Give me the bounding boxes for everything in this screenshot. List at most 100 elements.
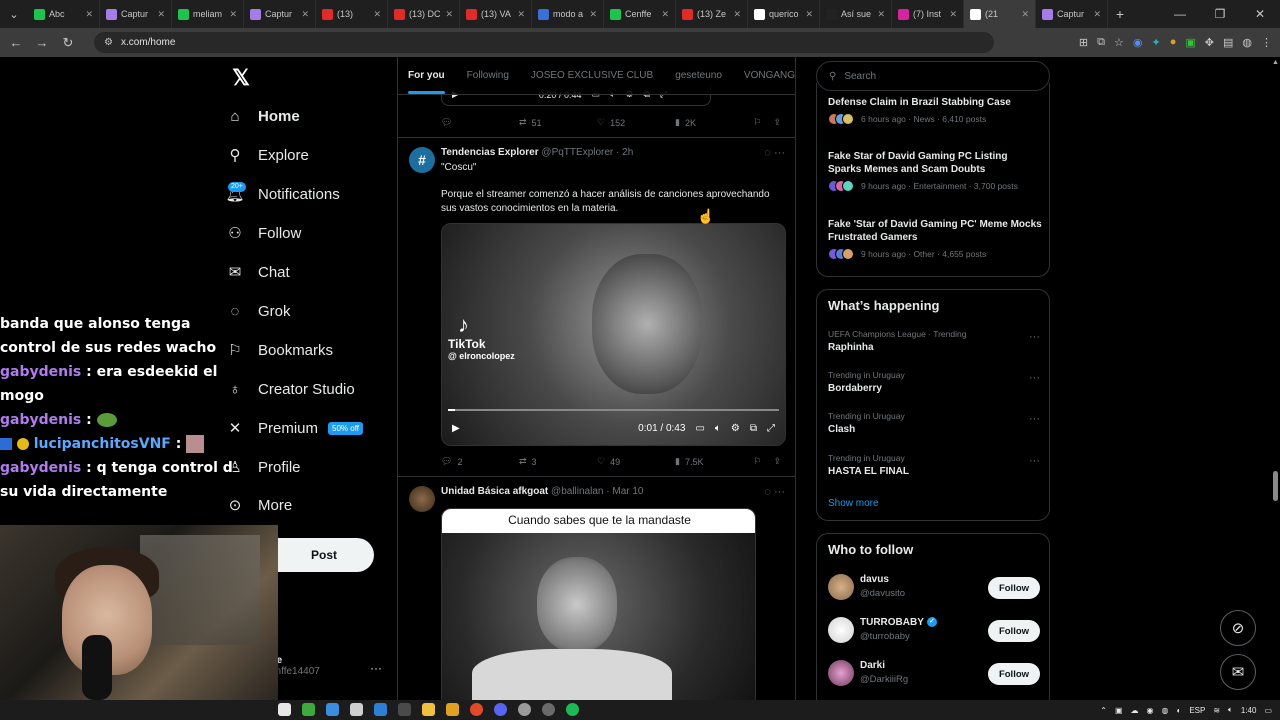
nav-creator-studio[interactable]: ♁ Creator Studio	[226, 371, 354, 407]
notification-icon[interactable]: ▭	[1264, 706, 1272, 715]
messages-floating-button[interactable]: ✉	[1220, 654, 1256, 690]
minimize-icon[interactable]: —	[1160, 0, 1200, 28]
new-tab-button[interactable]: +	[1108, 6, 1132, 22]
wifi-icon[interactable]: ≋	[1213, 706, 1220, 715]
tab-following[interactable]: Following	[467, 70, 509, 81]
browser-tab[interactable]: (13) VA ✕	[460, 0, 532, 28]
tray-app-icon[interactable]: ☁	[1131, 706, 1139, 715]
show-more-link[interactable]: Show more	[828, 498, 879, 509]
tab-close-icon[interactable]: ✕	[877, 9, 885, 20]
volume-icon[interactable]: 🔈︎	[715, 423, 721, 434]
grok-icon[interactable]: ◌	[764, 147, 771, 159]
reply-button[interactable]: 💬︎	[441, 117, 519, 128]
tab-close-icon[interactable]: ✕	[1021, 9, 1029, 20]
user-avatar[interactable]	[828, 617, 854, 643]
video-player[interactable]: ♪ TikTok @ elroncolopez ▶ 0:01 / 0:43 ▭ …	[441, 223, 786, 446]
back-icon[interactable]: ←	[8, 35, 24, 50]
address-bar[interactable]: ⚙ x.com/home	[94, 32, 994, 53]
news-item[interactable]: Fake 'Star of David Gaming PC' Meme Mock…	[828, 218, 1043, 260]
browser-tab[interactable]: (13) DC ✕	[388, 0, 460, 28]
follow-suggestion[interactable]: TURROBABY ✓ @turrobaby Follow	[828, 617, 1040, 647]
taskbar-app-icon[interactable]	[350, 703, 363, 716]
browser-tab[interactable]: Cenffe ✕	[604, 0, 676, 28]
tab-close-icon[interactable]: ✕	[733, 9, 741, 20]
play-icon[interactable]: ▶	[452, 423, 460, 434]
nav-notifications[interactable]: 🔔︎ 20+ Notifications	[225, 176, 340, 212]
captions-icon[interactable]: ▭	[695, 423, 704, 434]
browser-tab[interactable]: (13) Ze ✕	[676, 0, 748, 28]
tab-search-icon[interactable]: ⌄	[0, 8, 28, 21]
tab-close-icon[interactable]: ✕	[661, 9, 669, 20]
news-item[interactable]: Fake Star of David Gaming PC Listing Spa…	[828, 150, 1043, 192]
more-icon[interactable]: ···	[1029, 372, 1040, 384]
extension-icon[interactable]: ▣	[1185, 36, 1195, 49]
pip-icon[interactable]: ⧉	[750, 423, 757, 434]
browser-tab[interactable]: Así sue ✕	[820, 0, 892, 28]
spotify-icon[interactable]	[566, 703, 579, 716]
tweet-time[interactable]: · Mar 10	[606, 486, 643, 497]
more-icon[interactable]: ···	[774, 486, 785, 498]
news-item[interactable]: Defense Claim in Brazil Stabbing Case 6 …	[828, 96, 1043, 125]
browser-tab[interactable]: Captur ✕	[100, 0, 172, 28]
trend-item[interactable]: UEFA Champions League · Trending Raphinh…	[828, 329, 1040, 353]
browser-tab[interactable]: modo a ✕	[532, 0, 604, 28]
grok-icon[interactable]: ◌	[764, 486, 771, 498]
more-icon[interactable]: ···	[1029, 413, 1040, 425]
translate-icon[interactable]: ⊞	[1079, 36, 1088, 49]
tab-close-icon[interactable]: ✕	[373, 9, 381, 20]
site-info-icon[interactable]: ⚙	[104, 37, 113, 48]
browser-tab[interactable]: Captur ✕	[244, 0, 316, 28]
tweet[interactable]: Unidad Básica afkgoat @ballinalan · Mar …	[398, 477, 795, 700]
taskbar-app-icon[interactable]	[446, 703, 459, 716]
language-indicator[interactable]: ESP	[1189, 706, 1205, 715]
menu-icon[interactable]: ⋮	[1261, 36, 1272, 49]
discord-icon[interactable]	[494, 703, 507, 716]
nav-explore[interactable]: ⚲ Explore	[226, 137, 309, 173]
browser-tab[interactable]: (13) ✕	[316, 0, 388, 28]
close-window-icon[interactable]: ✕	[1240, 0, 1280, 28]
author-handle[interactable]: @ballinalan	[551, 486, 603, 497]
nav-bookmarks[interactable]: ⚐ Bookmarks	[226, 332, 333, 368]
taskbar-app-icon[interactable]	[374, 703, 387, 716]
repost-button[interactable]: ⇄ 51	[519, 117, 597, 128]
tab-close-icon[interactable]: ✕	[589, 9, 597, 20]
author-name[interactable]: Tendencias Explorer	[441, 147, 539, 158]
nav-chat[interactable]: ✉ Chat	[226, 254, 290, 290]
volume-icon[interactable]: 🔈︎	[1228, 705, 1233, 715]
tweet-time[interactable]: · 2h	[616, 147, 633, 158]
bookmark-star-icon[interactable]: ☆	[1114, 36, 1124, 49]
taskbar-app-icon[interactable]	[278, 703, 291, 716]
follow-button[interactable]: Follow	[988, 663, 1040, 685]
browser-tab[interactable]: meliam ✕	[172, 0, 244, 28]
puzzle-icon[interactable]: ✥	[1205, 36, 1214, 49]
trend-item[interactable]: Trending in Uruguay Bordaberry ···	[828, 370, 1040, 394]
page-scrollbar[interactable]: ▲	[1270, 57, 1280, 700]
tweet[interactable]: # Tendencias Explorer @PqTTExplorer · 2h…	[398, 138, 795, 477]
more-icon[interactable]: ···	[774, 147, 785, 159]
author-avatar[interactable]	[409, 486, 435, 512]
browser-tab[interactable]: querico ✕	[748, 0, 820, 28]
like-button[interactable]: ♡ 152	[597, 117, 675, 128]
more-icon[interactable]: ···	[1029, 455, 1040, 467]
scrollbar-thumb[interactable]	[1273, 471, 1278, 501]
clock[interactable]: 1:40	[1241, 706, 1257, 715]
browser-tab[interactable]: Captur ✕	[1036, 0, 1108, 28]
extension-icon[interactable]: ✦	[1151, 36, 1160, 49]
nav-follow[interactable]: ⚇ Follow	[226, 215, 301, 251]
reply-button[interactable]: 💬︎ 2	[441, 456, 519, 467]
forward-icon[interactable]: →	[34, 35, 50, 50]
like-button[interactable]: ♡ 49	[597, 456, 675, 467]
nav-home[interactable]: ⌂ Home	[226, 98, 299, 134]
trend-item[interactable]: Trending in Uruguay Clash ···	[828, 411, 1040, 435]
repost-button[interactable]: ⇄ 3	[519, 456, 597, 467]
folder-icon[interactable]	[422, 703, 435, 716]
author-handle[interactable]: @PqTTExplorer	[541, 147, 613, 158]
sidebar-icon[interactable]: ▤	[1223, 36, 1233, 49]
tab-list[interactable]: VONGANG	[744, 70, 795, 81]
tab-close-icon[interactable]: ✕	[229, 9, 237, 20]
tab-close-icon[interactable]: ✕	[805, 9, 813, 20]
share-icon[interactable]: ⇪	[773, 456, 781, 467]
tab-close-icon[interactable]: ✕	[1093, 9, 1101, 20]
tab-close-icon[interactable]: ✕	[157, 9, 165, 20]
fullscreen-icon[interactable]: ⤢	[767, 423, 775, 434]
